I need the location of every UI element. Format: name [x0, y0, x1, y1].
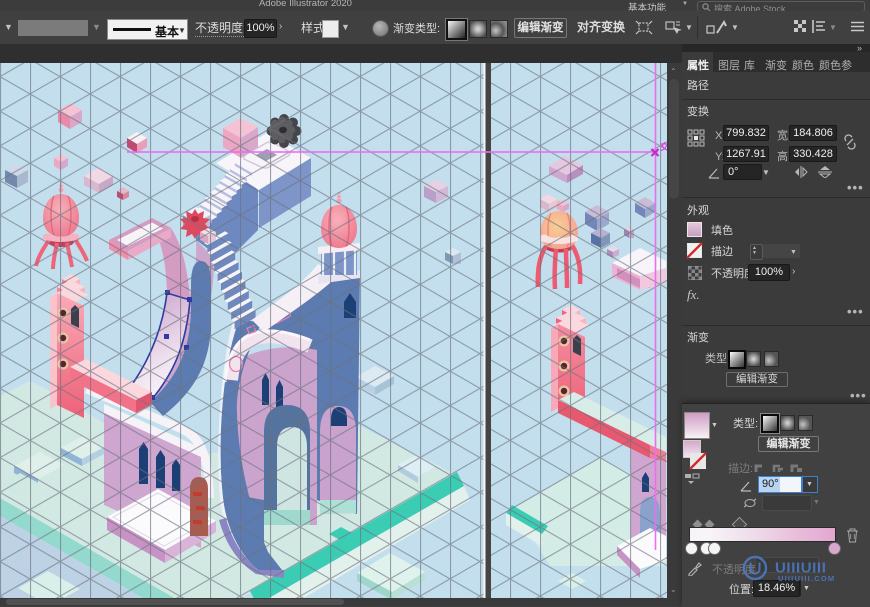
- svg-text:UIIIUIII.COM: UIIIUIII.COM: [778, 574, 835, 583]
- svg-text:交: 交: [660, 141, 667, 152]
